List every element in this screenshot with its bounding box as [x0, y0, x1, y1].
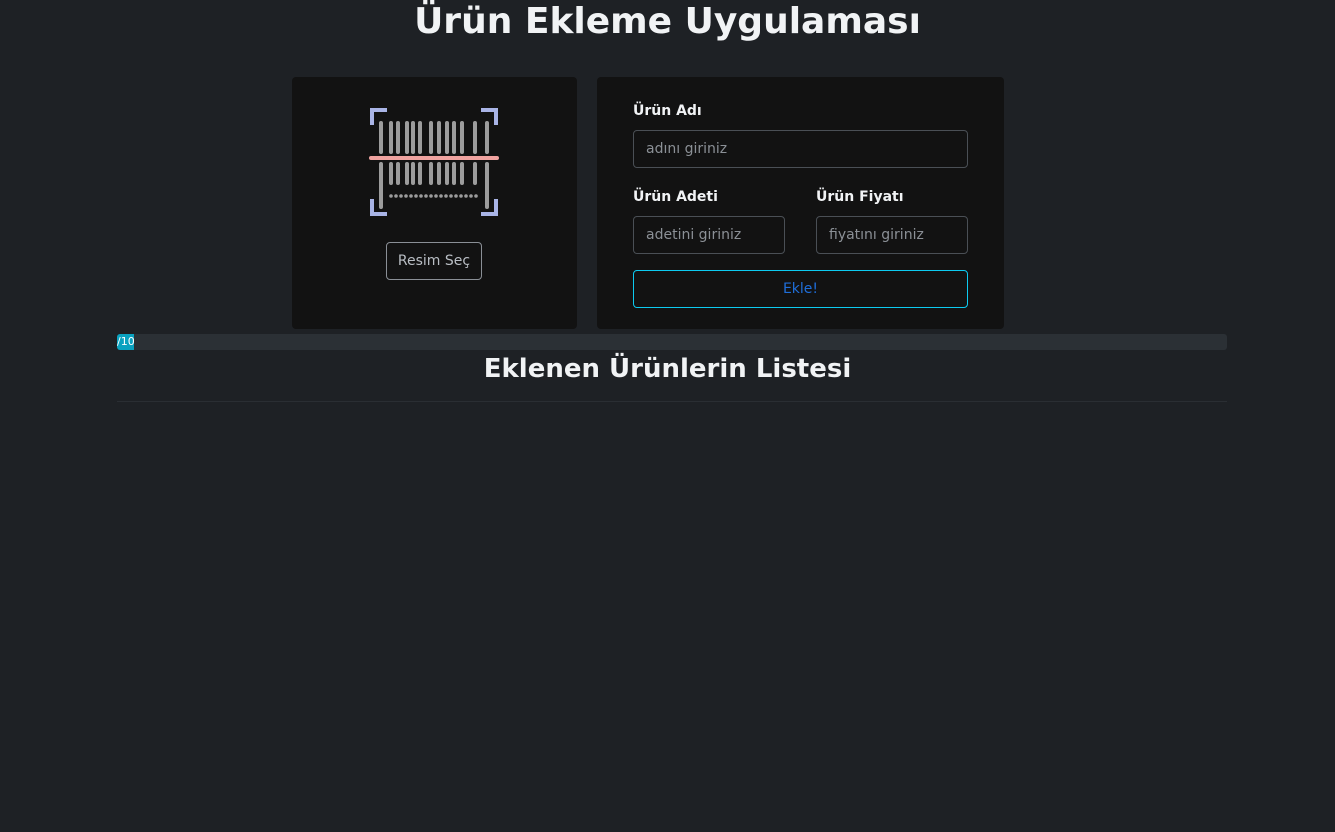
page: Ürün Ekleme Uygulaması Resim Seç Ürün Ad…	[0, 0, 1335, 832]
product-quantity-label: Ürün Adeti	[633, 189, 718, 205]
product-name-input[interactable]	[633, 130, 968, 168]
page-title: Ürün Ekleme Uygulaması	[414, 1, 921, 42]
product-count-progress: /10	[117, 334, 1227, 350]
product-quantity-input[interactable]	[633, 216, 785, 254]
add-product-button[interactable]: Ekle!	[633, 270, 968, 308]
product-price-input[interactable]	[816, 216, 968, 254]
product-name-label: Ürün Adı	[633, 103, 702, 119]
progress-bar-fill: /10	[117, 334, 134, 350]
choose-image-button[interactable]: Resim Seç	[386, 242, 482, 280]
product-list-title: Eklenen Ürünlerin Listesi	[483, 354, 852, 384]
product-list	[117, 410, 1227, 810]
barcode-scan-icon	[369, 108, 499, 216]
product-price-label: Ürün Fiyatı	[816, 189, 904, 205]
list-divider	[117, 401, 1227, 402]
